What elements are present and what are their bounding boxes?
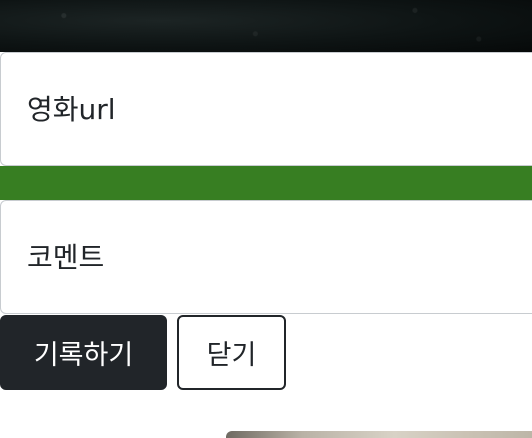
record-button[interactable]: 기록하기	[0, 315, 167, 390]
close-button[interactable]: 닫기	[177, 315, 286, 390]
movie-card-image-edge	[226, 431, 532, 438]
movie-url-input[interactable]	[27, 92, 519, 126]
movie-url-field-box	[0, 52, 532, 166]
green-divider-band	[0, 166, 532, 200]
background-image-top	[0, 0, 532, 52]
comment-field-box	[0, 200, 532, 314]
comment-input[interactable]	[27, 240, 519, 274]
